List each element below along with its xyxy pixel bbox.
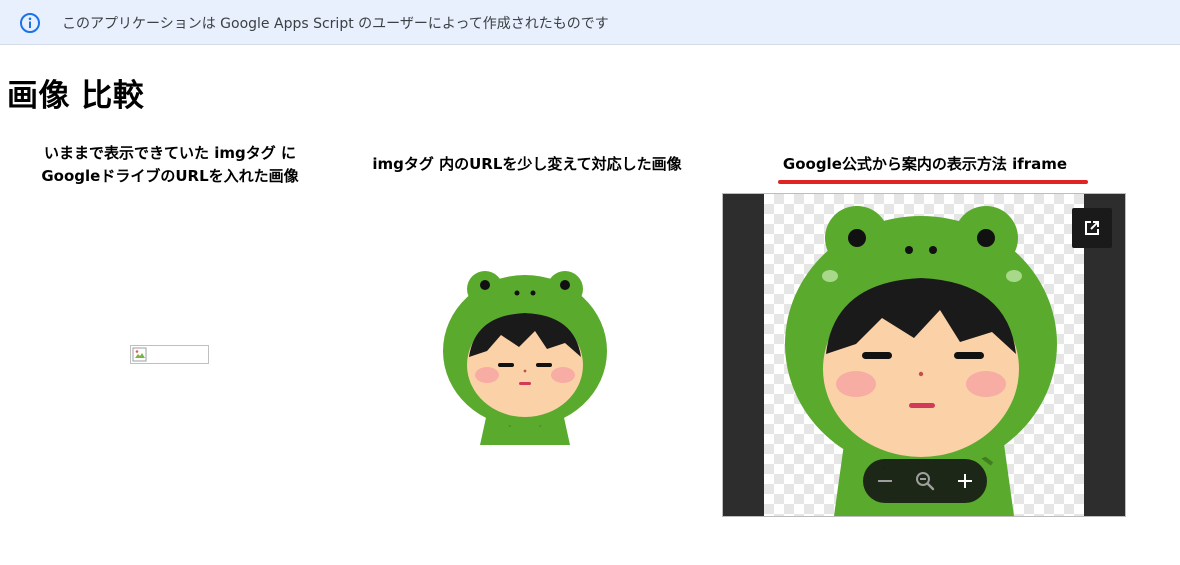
zoom-out-button[interactable] bbox=[873, 469, 897, 493]
zoom-in-icon bbox=[958, 474, 972, 488]
zoom-in-button[interactable] bbox=[953, 469, 977, 493]
broken-image bbox=[130, 345, 209, 364]
highlight-underline bbox=[778, 180, 1088, 184]
broken-image-icon bbox=[132, 347, 147, 362]
zoom-out-icon bbox=[878, 480, 892, 482]
column-title-line2: GoogleドライブのURLを入れた画像 bbox=[41, 167, 299, 185]
info-icon bbox=[19, 12, 41, 34]
column-title-iframe: Google公式から案内の表示方法 iframe bbox=[782, 155, 1068, 173]
banner-message: このアプリケーションは Google Apps Script のユーザーによって… bbox=[62, 16, 609, 32]
column-title-line1: いままで表示できていた imgタグ に bbox=[44, 144, 296, 162]
column-title-original: いままで表示できていた imgタグ に GoogleドライブのURLを入れた画像 bbox=[20, 142, 320, 188]
frog-image bbox=[435, 263, 615, 449]
page-title: 画像 比較 bbox=[7, 78, 145, 114]
open-in-new-icon bbox=[1085, 221, 1099, 235]
zoom-reset-icon bbox=[916, 472, 935, 491]
info-banner: このアプリケーションは Google Apps Script のユーザーによって… bbox=[0, 0, 1180, 45]
zoom-toolbar bbox=[863, 459, 987, 503]
open-in-new-button[interactable] bbox=[1072, 208, 1112, 248]
column-title-modified: imgタグ 内のURLを少し変えて対応した画像 bbox=[372, 155, 682, 173]
zoom-reset-button[interactable] bbox=[913, 469, 937, 493]
iframe-viewer[interactable] bbox=[722, 193, 1126, 517]
